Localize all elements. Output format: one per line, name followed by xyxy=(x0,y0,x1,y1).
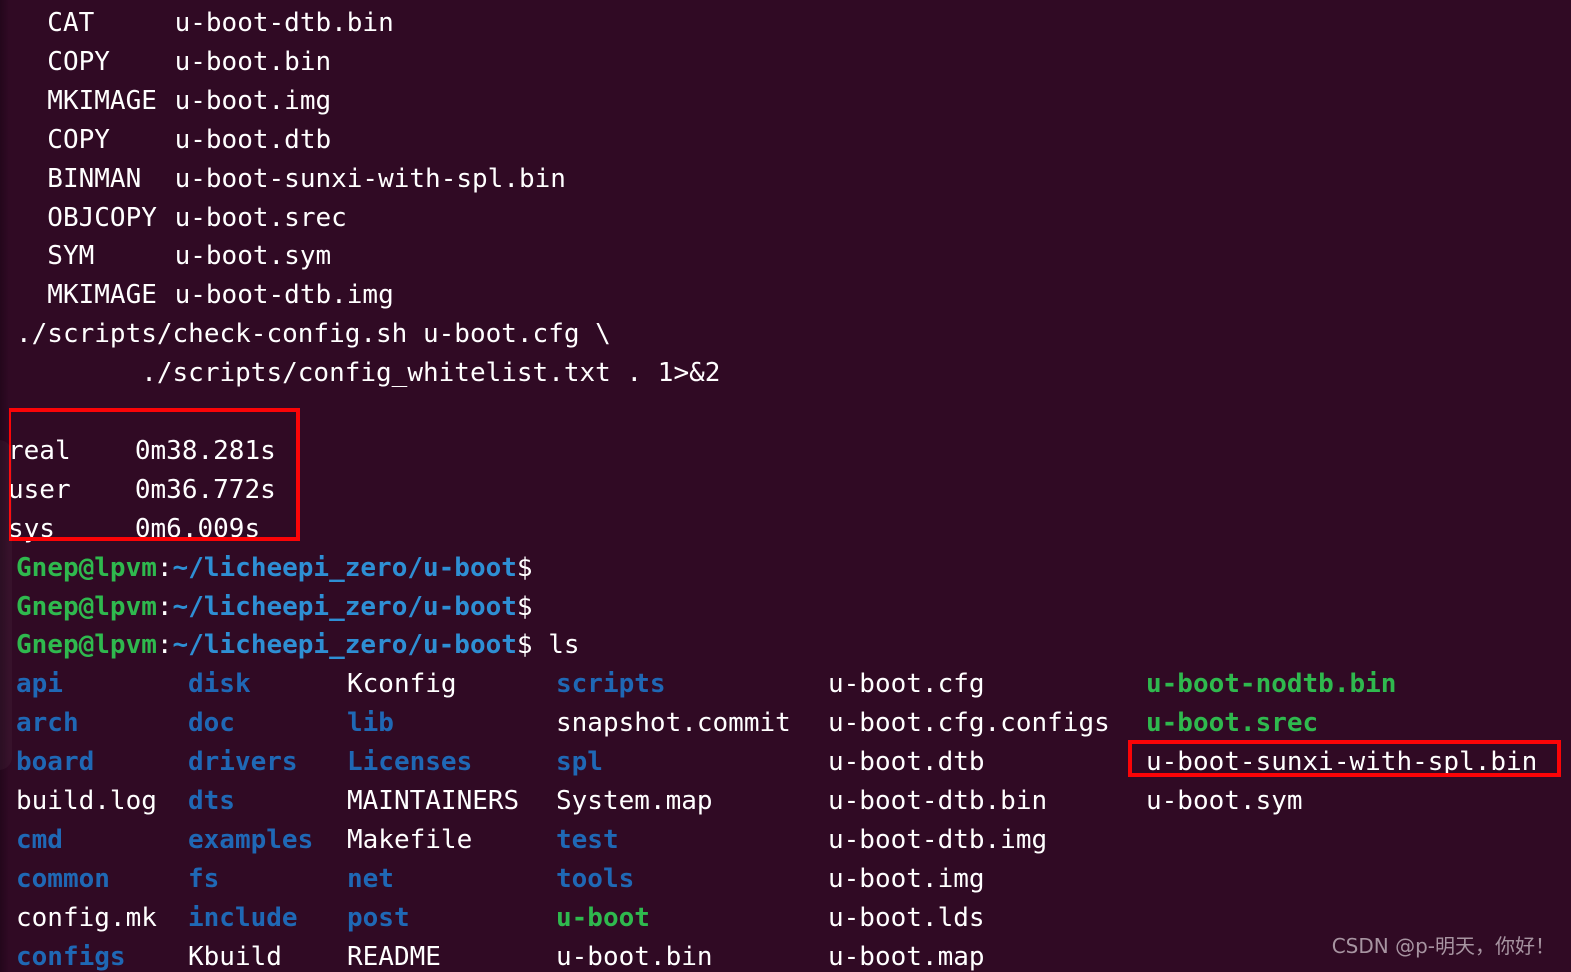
ls-entry: doc xyxy=(188,708,235,739)
ls-entry: tools xyxy=(556,863,635,894)
ls-entry: examples xyxy=(188,824,314,855)
ls-entry: u-boot.cfg.configs xyxy=(828,708,1110,739)
build-step-line: BINMAN u-boot-sunxi-with-spl.bin xyxy=(16,160,566,199)
ls-entry: u-boot-dtb.img xyxy=(828,824,1048,855)
ls-entry: u-boot.lds xyxy=(828,902,985,933)
ls-entry: dts xyxy=(188,786,235,816)
ls-entry: board xyxy=(16,747,95,778)
build-step-tool: MKIMAGE xyxy=(16,280,157,311)
build-step-line: COPY u-boot.dtb xyxy=(16,121,331,160)
prompt-user-host: Gnep@lpvm xyxy=(16,552,157,583)
ls-entry: u-boot.dtb xyxy=(828,747,985,778)
ls-entry: u-boot.srec xyxy=(1146,708,1319,739)
timing-row: sys 0m6.009s xyxy=(8,510,260,549)
prompt-user-host: Gnep@lpvm xyxy=(16,591,157,622)
ls-entry: api xyxy=(16,669,63,700)
prompt-path: ~/licheepi_zero/u-boot xyxy=(172,630,517,661)
prompt-command[interactable]: ls xyxy=(533,630,579,660)
timing-label: sys xyxy=(8,513,55,544)
prompt-separator: : xyxy=(156,591,173,622)
build-step-tool: COPY xyxy=(16,124,110,155)
timing-value: 0m36.772s xyxy=(134,474,276,505)
timing-value: 0m38.281s xyxy=(134,435,276,466)
build-step-line: OBJCOPY u-boot.srec xyxy=(16,199,346,238)
ls-entry: Licenses xyxy=(347,747,473,778)
ls-entry: net xyxy=(347,863,394,894)
shell-prompt-line[interactable]: Gnep@lpvm:~/licheepi_zero/u-boot$ xyxy=(16,549,533,588)
ls-entry: README xyxy=(347,941,441,972)
ls-entry: disk xyxy=(188,669,251,700)
ls-entry: u-boot.img xyxy=(828,863,985,894)
build-step-target: u-boot.sym xyxy=(174,241,332,272)
timing-row: user 0m36.772s xyxy=(8,471,276,510)
ls-entry: include xyxy=(188,902,298,933)
prompt-separator: : xyxy=(156,552,173,583)
ls-entry: spl xyxy=(556,747,603,778)
shell-prompt-line[interactable]: Gnep@lpvm:~/licheepi_zero/u-boot$ xyxy=(16,588,533,627)
build-step-target: u-boot.img xyxy=(174,85,332,116)
timing-label: real xyxy=(8,435,71,466)
build-step-target: u-boot.srec xyxy=(174,202,347,233)
build-step-tool: CAT xyxy=(16,8,95,38)
build-step-target: u-boot-sunxi-with-spl.bin xyxy=(174,163,566,194)
build-step-target: u-boot-dtb.img xyxy=(174,280,394,311)
ls-entry: config.mk xyxy=(16,902,157,933)
ls-entry: Makefile xyxy=(347,824,473,855)
build-step-tool: MKIMAGE xyxy=(16,85,157,116)
build-step-line: CAT u-boot-dtb.bin xyxy=(16,4,393,43)
build-step-tool: COPY xyxy=(16,46,110,77)
ls-entry: Kbuild xyxy=(188,941,282,972)
build-step-line: COPY u-boot.bin xyxy=(16,43,331,82)
build-step-line: SYM u-boot.sym xyxy=(16,237,331,276)
ls-entry: arch xyxy=(16,708,79,739)
build-step-line: MKIMAGE u-boot.img xyxy=(16,82,331,121)
prompt-path: ~/licheepi_zero/u-boot xyxy=(172,552,517,583)
timing-label: user xyxy=(8,474,71,505)
build-step-tool: SYM xyxy=(16,241,95,272)
ls-entry: build.log xyxy=(16,786,157,816)
build-step-tool: BINMAN xyxy=(16,163,142,194)
prompt-dollar: $ xyxy=(516,630,533,661)
prompt-dollar: $ xyxy=(516,591,533,622)
build-step-tool: OBJCOPY xyxy=(16,202,157,233)
check-config-script-line-1: ./scripts/check-config.sh u-boot.cfg \ xyxy=(16,319,611,350)
ls-entry: cmd xyxy=(16,824,63,855)
ls-entry: u-boot.bin xyxy=(556,941,713,972)
ls-entry: drivers xyxy=(188,747,298,778)
ls-entry: lib xyxy=(347,708,394,739)
ls-entry: u-boot.cfg xyxy=(828,669,985,700)
ls-entry: u-boot-dtb.bin xyxy=(828,786,1048,816)
ls-entry: snapshot.commit xyxy=(556,708,791,739)
ls-entry: u-boot-sunxi-with-spl.bin xyxy=(1146,747,1538,778)
build-step-target: u-boot-dtb.bin xyxy=(174,8,394,38)
build-step-target: u-boot.bin xyxy=(174,46,332,77)
timing-row: real 0m38.281s xyxy=(8,432,276,471)
prompt-user-host: Gnep@lpvm xyxy=(16,630,157,661)
ls-entry: u-boot xyxy=(556,902,650,933)
prompt-dollar: $ xyxy=(516,552,533,583)
prompt-separator: : xyxy=(156,630,173,661)
ls-entry: common xyxy=(16,863,110,894)
ls-entry: System.map xyxy=(556,786,713,816)
terminal-window[interactable]: CAT u-boot-dtb.bin COPY u-boot.bin MKIMAGE… xyxy=(0,0,1571,972)
timing-value: 0m6.009s xyxy=(134,513,261,544)
build-step-line: MKIMAGE u-boot-dtb.img xyxy=(16,276,393,315)
ls-entry: scripts xyxy=(556,669,666,700)
ls-entry: Kconfig xyxy=(347,669,457,700)
ls-entry: post xyxy=(347,902,410,933)
ls-entry: u-boot.map xyxy=(828,941,985,972)
ls-entry: MAINTAINERS xyxy=(347,786,520,816)
terminal-screen[interactable]: CAT u-boot-dtb.bin COPY u-boot.bin MKIMAGE… xyxy=(0,0,1571,972)
csdn-watermark: CSDN @p-明天，你好！ xyxy=(1331,934,1555,959)
prompt-path: ~/licheepi_zero/u-boot xyxy=(172,591,517,622)
ls-entry: u-boot-nodtb.bin xyxy=(1146,669,1397,700)
ls-entry: configs xyxy=(16,941,126,972)
shell-prompt-line[interactable]: Gnep@lpvm:~/licheepi_zero/u-boot$ ls xyxy=(16,626,580,665)
build-step-target: u-boot.dtb xyxy=(174,124,332,155)
check-config-script-line-2: ./scripts/config_whitelist.txt . 1>&2 xyxy=(16,358,721,389)
ls-entry: u-boot.sym xyxy=(1146,786,1303,816)
ls-entry: test xyxy=(556,824,619,855)
ls-entry: fs xyxy=(188,863,220,894)
